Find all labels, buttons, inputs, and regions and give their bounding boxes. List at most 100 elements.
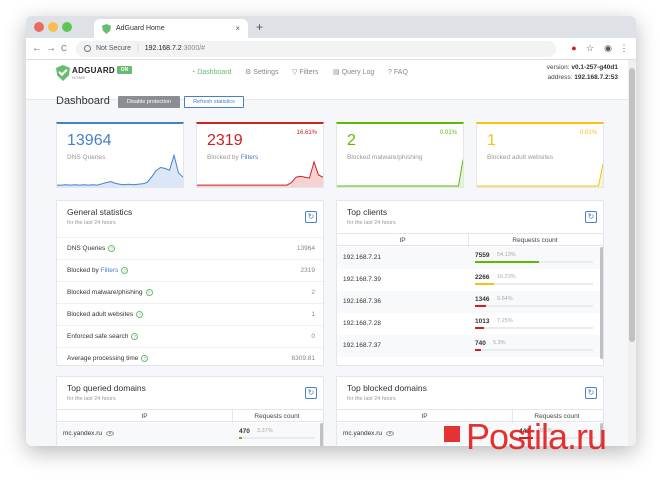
top-clients-scrollbar[interactable] — [600, 247, 603, 359]
nav-query-log[interactable]: ▤ Query Log — [333, 66, 374, 80]
domain-name: mc.yandex.ru — [343, 423, 395, 445]
blocked-filters-sparkline — [197, 160, 323, 187]
client-row: 192.168.7.39 2266 16.23% — [337, 269, 601, 291]
column-header-requests[interactable]: Requests count — [233, 410, 321, 423]
top-clients-refresh-button[interactable]: ↻ — [585, 211, 597, 223]
filters-link[interactable]: Filters — [101, 267, 119, 274]
tab-strip: AdGuard Home × + — [26, 16, 636, 38]
request-count: 7559 — [475, 252, 490, 259]
request-progress-fill — [475, 327, 484, 329]
top-clients-subtitle: for the last 24 hours — [347, 220, 396, 226]
nav-settings[interactable]: ⚙ Settings — [245, 66, 279, 80]
window-minimize-button[interactable] — [48, 22, 58, 32]
top-queried-title: Top queried domains — [67, 383, 146, 393]
general-stat-label: Blocked adult websites? — [67, 304, 144, 326]
top-blocked-title: Top blocked domains — [347, 383, 427, 393]
back-button[interactable]: ← — [32, 41, 42, 57]
sparkline-area — [477, 164, 603, 187]
profile-avatar-icon[interactable]: ◉ — [602, 42, 614, 54]
help-icon[interactable]: ? — [121, 266, 129, 274]
watermark-text: Postila.ru — [466, 416, 607, 457]
browser-menu-icon[interactable]: ⋮ — [618, 42, 630, 54]
request-count: 2266 — [475, 274, 490, 281]
general-stat-value: 2319 — [300, 267, 315, 274]
gear-icon: ⚙ — [245, 69, 252, 76]
general-stat-value: 2 — [311, 289, 315, 296]
general-stat-value: 1 — [311, 311, 315, 318]
window-close-button[interactable] — [34, 22, 44, 32]
nav-faq-label: FAQ — [393, 69, 408, 76]
dns-queries-sparkline — [57, 153, 183, 187]
help-icon[interactable]: ? — [131, 332, 139, 340]
app-header: ADGUARD HOME ON ◔ Dashboard ⚙ Settings ▽ Fi… — [26, 60, 628, 100]
request-percent: 16.23% — [497, 274, 516, 280]
column-header-requests[interactable]: Requests count — [469, 234, 601, 247]
general-stat-label: Enforced safe search? — [67, 326, 139, 348]
request-progress-fill — [475, 261, 539, 263]
general-stat-value: 6309.81 — [291, 355, 316, 362]
url-divider: | — [136, 45, 139, 52]
page-scrollbar-thumb[interactable] — [629, 68, 635, 342]
row-label-text: mc.yandex.ru — [343, 430, 383, 437]
bookmark-star-icon[interactable]: ☆ — [584, 42, 596, 54]
tab-adguard-home[interactable]: AdGuard Home × — [94, 19, 248, 38]
top-blocked-refresh-button[interactable]: ↻ — [585, 387, 597, 399]
refresh-icon: ↻ — [307, 212, 315, 221]
request-progress-fill — [475, 349, 482, 351]
nav-settings-label: Settings — [253, 69, 279, 76]
forward-button[interactable]: → — [46, 41, 56, 57]
general-stat-label-text: Enforced safe search — [67, 333, 129, 340]
disable-protection-button[interactable]: Disable protection — [118, 96, 180, 108]
top-queried-table-header: IP Requests count — [57, 409, 323, 423]
request-count: 1346 — [475, 296, 490, 303]
top-queried-refresh-button[interactable]: ↻ — [305, 387, 317, 399]
request-progress-track — [475, 349, 593, 351]
top-clients-title: Top clients — [347, 207, 388, 217]
url-bar[interactable]: Not Secure | 192.168.7.2:3000/# — [76, 41, 556, 57]
page-title: Dashboard — [56, 95, 110, 107]
refresh-statistics-button[interactable]: Refresh statistics — [184, 96, 244, 108]
general-stat-label-text: Blocked by — [67, 267, 101, 274]
nav-dashboard[interactable]: ◔ Dashboard — [191, 66, 231, 80]
request-progress-fill — [475, 283, 494, 285]
tab-title: AdGuard Home — [116, 25, 165, 32]
stat-card-adult: 1 0.01% Blocked adult websites — [476, 122, 604, 188]
new-tab-button[interactable]: + — [256, 19, 263, 35]
browser-window: AdGuard Home × + ← → C Not Secure | 192.… — [26, 16, 636, 446]
top-queried-subtitle: for the last 24 hours — [67, 396, 116, 402]
nav-faq[interactable]: ? FAQ — [388, 66, 408, 80]
help-icon[interactable]: ? — [108, 244, 116, 252]
top-queried-scrollbar[interactable] — [320, 423, 323, 446]
client-ip: 192.168.7.21 — [343, 247, 381, 269]
document-icon: ▤ — [333, 69, 340, 76]
logo-text: ADGUARD — [72, 66, 115, 75]
help-icon[interactable]: ? — [136, 310, 144, 318]
nav-dashboard-label: Dashboard — [197, 69, 232, 76]
eye-icon[interactable] — [386, 430, 395, 436]
client-ip: 192.168.7.28 — [343, 313, 381, 335]
reload-button[interactable]: C — [61, 41, 67, 57]
eye-icon[interactable] — [106, 430, 115, 436]
address-toolbar: ← → C Not Secure | 192.168.7.2:3000/# ● … — [26, 38, 636, 60]
top-blocked-subtitle: for the last 24 hours — [347, 396, 396, 402]
help-icon[interactable]: ? — [145, 288, 153, 296]
page-scrollbar[interactable] — [628, 60, 636, 446]
column-header-ip[interactable]: IP — [337, 234, 469, 247]
general-stat-label-text: DNS Queries — [67, 245, 106, 252]
filter-icon: ▽ — [292, 69, 298, 76]
general-stat-label: DNS Queries? — [67, 238, 116, 260]
nav-filters[interactable]: ▽ Filters — [292, 66, 318, 80]
close-tab-icon[interactable]: × — [235, 19, 240, 38]
stat-card-dns-queries: 13964 DNS Queries — [56, 122, 184, 188]
general-statistics-card: General statistics for the last 24 hours… — [56, 200, 324, 366]
sparkline-line — [337, 159, 463, 187]
window-maximize-button[interactable] — [62, 22, 72, 32]
help-icon[interactable]: ? — [141, 354, 149, 362]
column-header-ip[interactable]: IP — [57, 410, 233, 423]
general-statistics-refresh-button[interactable]: ↻ — [305, 211, 317, 223]
general-stat-row: Enforced safe search? 0 — [57, 325, 323, 348]
extension-icon[interactable]: ● — [568, 42, 580, 54]
row-label-text: 192.168.7.28 — [343, 320, 381, 327]
general-statistics-title: General statistics — [67, 207, 133, 217]
general-stat-label-text: Average processing time — [67, 355, 139, 362]
